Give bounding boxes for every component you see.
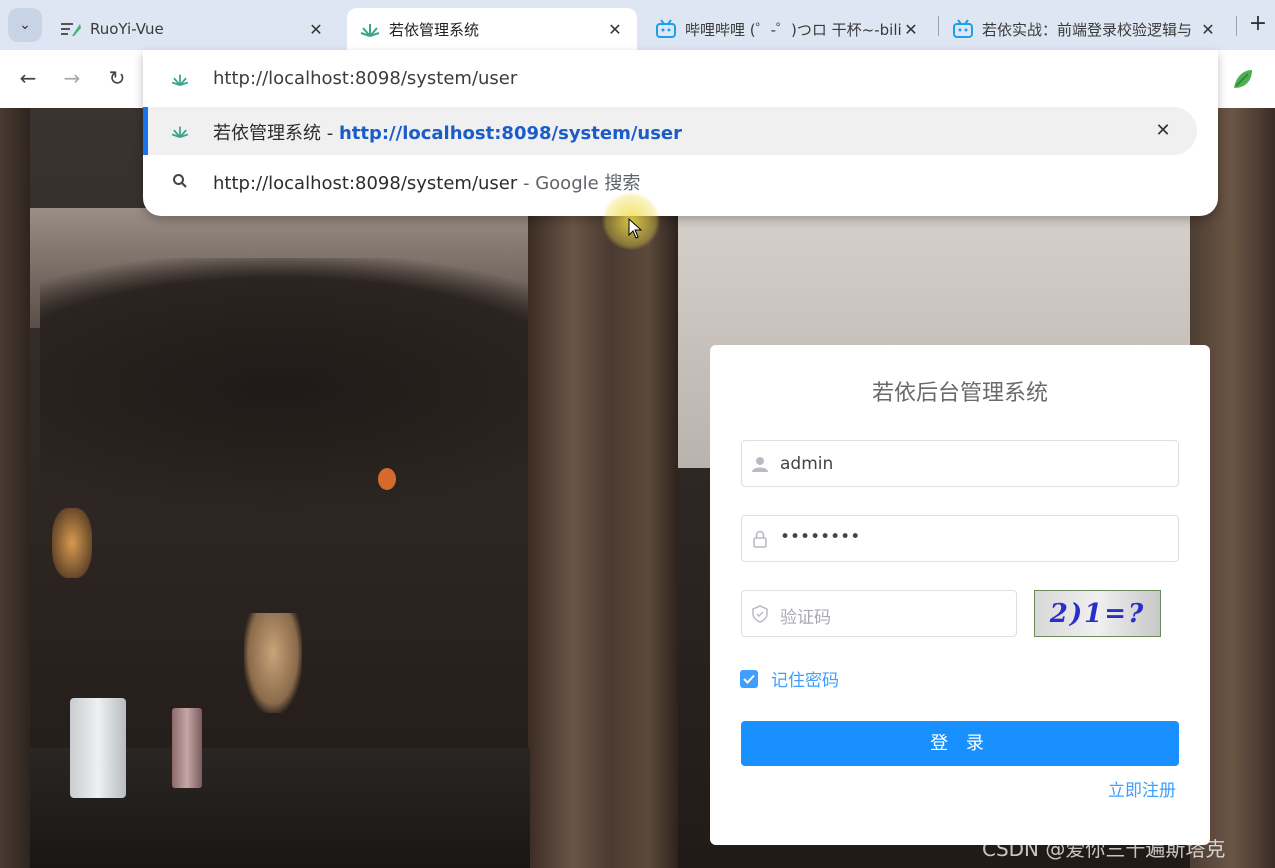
lock-icon	[750, 529, 770, 549]
reload-button[interactable]: ↻	[103, 64, 131, 92]
remember-password-checkbox[interactable]: 记住密码	[740, 666, 839, 691]
tab-search-button[interactable]: ⌄	[8, 8, 42, 42]
close-icon[interactable]: ✕	[605, 20, 625, 39]
bilibili-icon	[952, 18, 974, 40]
password-value: ••••••••	[780, 527, 861, 547]
ruoyi-leaf-icon	[170, 121, 190, 141]
suggestion-separator: -	[321, 123, 339, 144]
close-icon[interactable]: ✕	[1198, 20, 1218, 39]
login-button[interactable]: 登 录	[741, 721, 1179, 766]
tab-title: 若依管理系统	[389, 20, 480, 39]
register-link[interactable]: 立即注册	[1108, 776, 1176, 801]
suggestion-suffix: - Google 搜索	[517, 173, 641, 194]
remember-label: 记住密码	[771, 671, 839, 691]
shield-icon	[750, 604, 770, 624]
tab-ruoyi-tutorial[interactable]: 若依实战：前端登录校验逻辑与 ✕	[940, 8, 1230, 50]
captcha-input[interactable]: 验证码	[741, 590, 1017, 637]
tab-separator	[1236, 16, 1237, 36]
username-field[interactable]: admin	[741, 440, 1179, 487]
ruoyi-leaf-icon	[170, 69, 190, 89]
close-icon[interactable]: ✕	[901, 20, 921, 39]
tab-bilibili[interactable]: 哔哩哔哩 (゜-゜)つロ 干杯~-bili ✕	[643, 8, 933, 50]
selection-bar	[143, 107, 148, 155]
extension-leaf-icon[interactable]	[1230, 66, 1256, 92]
tab-title: 哔哩哔哩 (゜-゜)つロ 干杯~-bili	[685, 20, 901, 39]
close-icon[interactable]: ✕	[306, 20, 326, 39]
tab-ruoyi-admin[interactable]: 若依管理系统 ✕	[347, 8, 637, 50]
suggestion-title: 若依管理系统	[213, 123, 321, 144]
checkbox-checked-icon	[740, 669, 758, 688]
tab-separator	[938, 16, 939, 36]
plus-icon: +	[1248, 11, 1268, 36]
ruoyi-leaf-icon	[359, 18, 381, 40]
suggestion-history-text[interactable]: 若依管理系统 - http://localhost:8098/system/us…	[213, 119, 682, 145]
tab-ruoyi-vue[interactable]: RuoYi-Vue ✕	[48, 8, 338, 50]
suggestion-query: http://localhost:8098/system/user	[213, 173, 518, 194]
tab-title: RuoYi-Vue	[90, 20, 164, 38]
close-icon: ✕	[1155, 120, 1171, 141]
remove-suggestion-button[interactable]: ✕	[1152, 119, 1174, 143]
address-input[interactable]: http://localhost:8098/system/user	[213, 68, 517, 89]
arrow-right-icon: →	[63, 66, 81, 90]
page-title: 若依后台管理系统	[871, 381, 1048, 406]
suggestion-url: http://localhost:8098/system/user	[338, 123, 683, 144]
arrow-left-icon: ←	[19, 66, 37, 90]
password-field[interactable]: ••••••••	[741, 515, 1179, 562]
captcha-placeholder: 验证码	[780, 608, 831, 628]
username-value: admin	[780, 454, 834, 474]
watermark: CSDN @爱你三千遍斯塔克	[982, 837, 1226, 861]
reload-icon: ↻	[108, 66, 126, 90]
chevron-down-icon: ⌄	[19, 17, 31, 33]
ruoyi-doc-icon	[60, 18, 82, 40]
forward-button[interactable]: →	[58, 64, 86, 92]
bilibili-icon	[655, 18, 677, 40]
suggestion-search[interactable]: http://localhost:8098/system/user - Goog…	[213, 169, 640, 195]
search-icon	[170, 171, 190, 191]
mouse-cursor-icon	[628, 217, 643, 244]
new-tab-button[interactable]: +	[1246, 12, 1270, 38]
captcha-image[interactable]: 2)1=?	[1034, 590, 1161, 637]
back-button[interactable]: ←	[14, 64, 42, 92]
tab-title: 若依实战：前端登录校验逻辑与	[982, 20, 1193, 39]
user-icon	[750, 454, 770, 474]
